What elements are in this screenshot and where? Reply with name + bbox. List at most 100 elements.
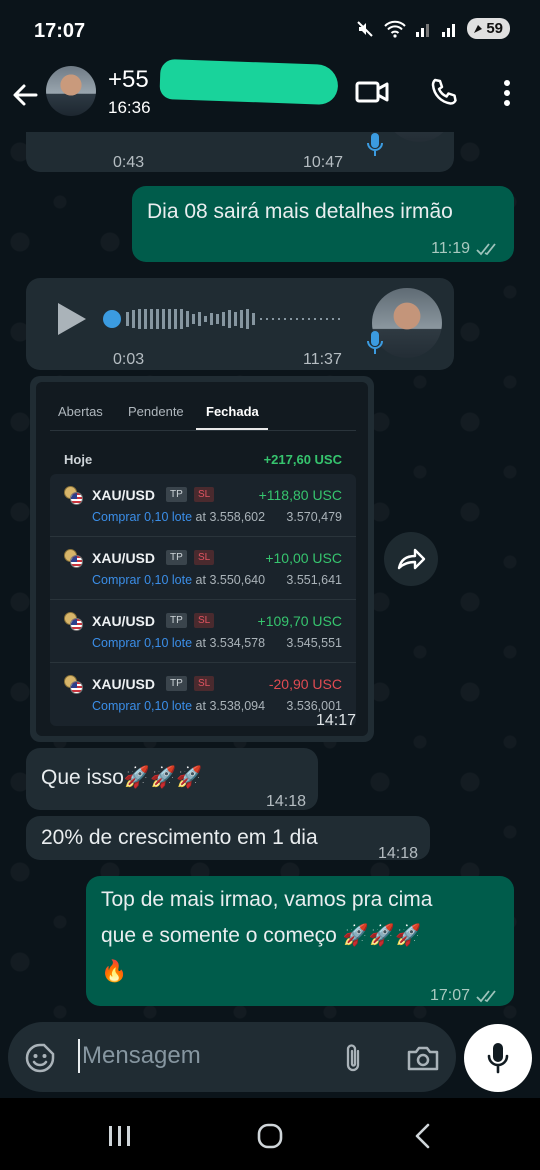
- trade-row: XAU/USD TP SL -20,90 USC Comprar 0,10 lo…: [50, 663, 356, 726]
- play-icon[interactable]: [56, 302, 88, 336]
- trade-open-price: at 3.550,640: [195, 573, 266, 587]
- recent-apps-icon[interactable]: [106, 1124, 134, 1148]
- message-time: 17:07: [429, 987, 470, 1004]
- status-bar: 17:07 59: [0, 0, 540, 62]
- trade-pnl: +118,80 USC: [258, 487, 342, 503]
- divider: [50, 430, 356, 431]
- microphone-icon: [487, 1043, 509, 1074]
- incoming-message[interactable]: 20% de crescimento em 1 dia 14:18: [26, 816, 430, 862]
- message-meta: 17:07: [430, 980, 500, 1011]
- trade-tabs: Abertas Pendente Fechada: [36, 382, 368, 430]
- attach-icon[interactable]: [342, 1042, 364, 1074]
- tp-badge: TP: [166, 487, 187, 502]
- voice-message[interactable]: 0:03 11:37: [26, 278, 454, 370]
- contact-last-seen: 16:36: [108, 98, 151, 117]
- trade-pnl: +109,70 USC: [257, 613, 342, 629]
- more-options-icon[interactable]: [500, 78, 514, 108]
- trade-symbol: XAU/USD: [92, 487, 156, 503]
- signal-icon-2: [442, 23, 456, 37]
- trade-row: XAU/USD TP SL +109,70 USC Comprar 0,10 l…: [50, 600, 356, 663]
- tp-badge: TP: [166, 613, 187, 628]
- mute-icon: [357, 20, 374, 37]
- home-icon[interactable]: [256, 1122, 286, 1150]
- message-meta: 11:19: [431, 233, 500, 264]
- trade-open-price: at 3.534,578: [195, 636, 266, 650]
- tp-badge: TP: [166, 676, 187, 691]
- gold-usd-icon: [64, 675, 83, 694]
- trade-close-price: 3.536,001: [286, 699, 342, 713]
- message-time: 11:19: [431, 240, 470, 257]
- tab-abertas: Abertas: [58, 404, 103, 419]
- trade-close-price: 3.545,551: [286, 636, 342, 650]
- today-total: +217,60 USC: [263, 452, 342, 467]
- signal-icon: [416, 23, 430, 37]
- message-line: que e somente o começo 🚀🚀🚀: [101, 924, 422, 947]
- composer: Mensagem: [0, 1020, 540, 1098]
- trade-screenshot[interactable]: Abertas Pendente Fechada Hoje +217,60 US…: [36, 382, 368, 736]
- contact-avatar[interactable]: [46, 66, 96, 116]
- message-time: 14:17: [315, 712, 356, 729]
- voice-duration: 0:03: [113, 351, 145, 368]
- message-time: 14:18: [265, 793, 306, 810]
- sl-badge: SL: [194, 550, 215, 565]
- message-input-pill[interactable]: Mensagem: [8, 1022, 456, 1092]
- image-message[interactable]: Abertas Pendente Fechada Hoje +217,60 US…: [30, 376, 374, 742]
- contact-name[interactable]: +55: [108, 66, 149, 94]
- voice-sender-avatar: [384, 132, 454, 142]
- trade-pnl: +10,00 USC: [265, 550, 342, 566]
- voice-position: 0:43: [113, 154, 145, 171]
- back-icon[interactable]: [412, 1122, 432, 1150]
- message-text: Dia 08 sairá mais detalhes irmão: [147, 200, 453, 223]
- trade-close-price: 3.570,479: [286, 510, 342, 524]
- forward-icon: [397, 548, 426, 570]
- camera-icon[interactable]: [406, 1044, 440, 1072]
- gold-usd-icon: [64, 486, 83, 505]
- status-icons: 59: [355, 18, 510, 39]
- trade-symbol: XAU/USD: [92, 550, 156, 566]
- trade-detail: Comprar 0,10 lote at 3.538,094: [92, 699, 265, 713]
- trade-detail: Comprar 0,10 lote at 3.558,602: [92, 510, 265, 524]
- status-time: 17:07: [34, 20, 86, 42]
- system-nav-bar: [0, 1098, 540, 1170]
- trade-action: Comprar 0,10 lote: [92, 699, 193, 713]
- message-text: Top de mais irmao, vamos pra cima que e …: [101, 884, 501, 987]
- today-label: Hoje: [64, 452, 93, 467]
- voice-record-button[interactable]: [464, 1024, 532, 1092]
- video-call-icon[interactable]: [355, 78, 389, 106]
- incoming-message[interactable]: Que isso🚀🚀🚀 14:18: [26, 748, 318, 810]
- chat-area[interactable]: 0:43 10:47 Dia 08 sairá mais detalhes ir…: [0, 132, 540, 1020]
- trade-open-price: at 3.558,602: [195, 510, 266, 524]
- trade-row: XAU/USD TP SL +118,80 USC Comprar 0,10 l…: [50, 474, 356, 537]
- message-content: Que isso🚀🚀🚀: [41, 762, 202, 793]
- trade-symbol: XAU/USD: [92, 613, 156, 629]
- sl-badge: SL: [194, 613, 215, 628]
- read-receipt-icon: [476, 242, 496, 255]
- outgoing-message[interactable]: Dia 08 sairá mais detalhes irmão 11:19: [132, 186, 514, 262]
- message-time: 14:18: [377, 845, 418, 862]
- chat-header: +55 16:36: [0, 58, 540, 132]
- rocket-emoji: 🚀🚀🚀: [123, 766, 203, 789]
- text-caret: [78, 1039, 80, 1073]
- tab-fechada: Fechada: [206, 404, 259, 419]
- trade-action: Comprar 0,10 lote: [92, 636, 193, 650]
- message-text: 20% de crescimento em 1 dia: [41, 826, 318, 849]
- voice-message-partial[interactable]: 0:43 10:47: [26, 132, 454, 172]
- battery-level: 59: [486, 20, 503, 37]
- mic-icon: [367, 331, 383, 354]
- battery-icon: [474, 24, 483, 33]
- trade-symbol: XAU/USD: [92, 676, 156, 692]
- wifi-icon: [384, 20, 407, 38]
- emoji-sticker-icon[interactable]: [24, 1042, 56, 1074]
- trade-close-price: 3.551,641: [286, 573, 342, 587]
- sl-badge: SL: [194, 676, 215, 691]
- trade-row: XAU/USD TP SL +10,00 USC Comprar 0,10 lo…: [50, 537, 356, 600]
- forward-button[interactable]: [384, 532, 438, 586]
- message-input[interactable]: Mensagem: [82, 1042, 201, 1070]
- tp-badge: TP: [166, 550, 187, 565]
- voice-waveform[interactable]: [102, 304, 344, 334]
- mic-icon: [367, 133, 383, 156]
- outgoing-message[interactable]: Top de mais irmao, vamos pra cima que e …: [86, 876, 514, 1006]
- message-text: Que isso: [41, 766, 124, 789]
- back-arrow-icon[interactable]: [10, 80, 40, 110]
- voice-call-icon[interactable]: [428, 76, 460, 108]
